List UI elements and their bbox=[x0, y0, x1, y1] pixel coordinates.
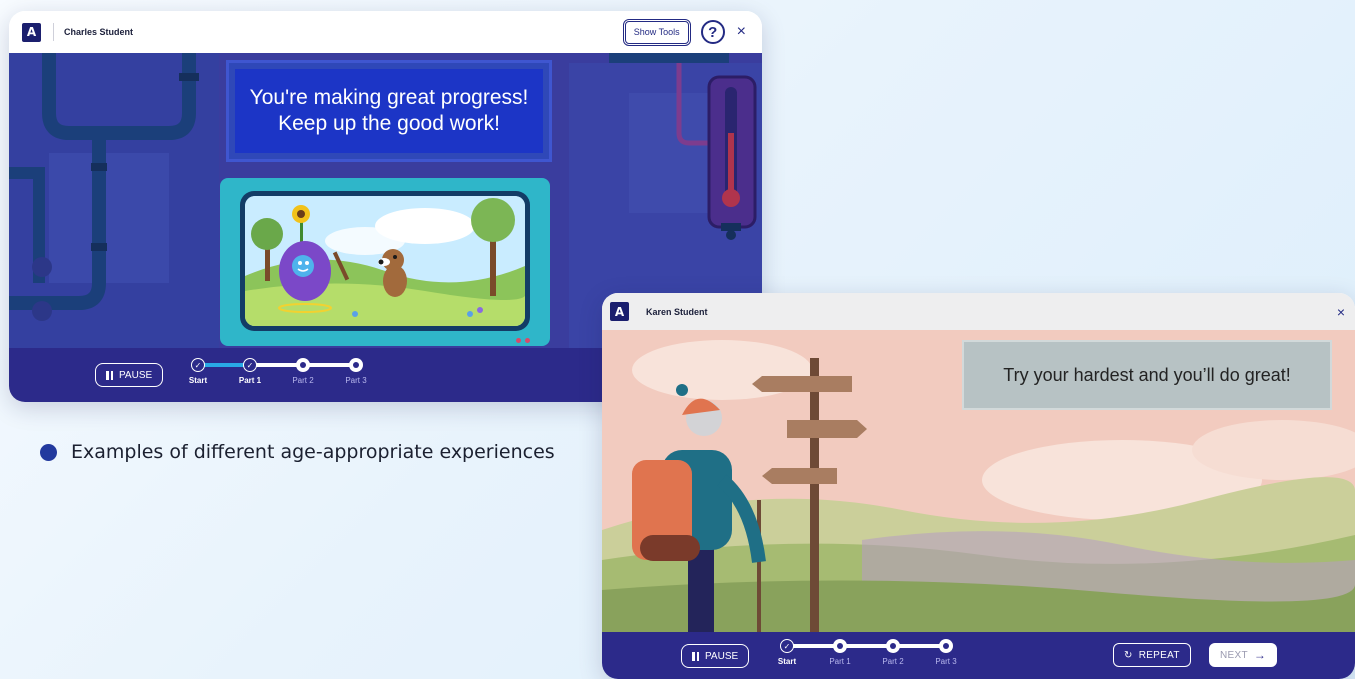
student-name: Charles Student bbox=[64, 27, 134, 37]
brand-logo: A bbox=[22, 22, 41, 42]
pause-label: PAUSE bbox=[705, 650, 739, 662]
check-icon: ✓ bbox=[246, 360, 254, 370]
lesson-window-karen: A Karen Student × Try your hardest and y… bbox=[602, 293, 1355, 679]
step-start-dot: ✓ bbox=[780, 639, 794, 653]
next-label: NEXT bbox=[1220, 649, 1248, 661]
encouragement-banner: Try your hardest and you’ll do great! bbox=[962, 340, 1332, 410]
show-tools-button[interactable]: Show Tools bbox=[622, 18, 691, 46]
help-circle-icon[interactable]: ? bbox=[700, 20, 725, 44]
lesson-scene-illustration: Try your hardest and you’ll do great! bbox=[602, 330, 1355, 632]
step-part2-dot bbox=[886, 639, 900, 653]
repeat-icon: ↻ bbox=[1124, 649, 1133, 661]
step-part1-dot: ✓ bbox=[243, 358, 257, 372]
step-part2-dot bbox=[296, 358, 310, 372]
bullet-dot-icon bbox=[40, 444, 57, 461]
repeat-label: REPEAT bbox=[1138, 649, 1180, 661]
step-part1-label: Part 1 bbox=[829, 657, 851, 666]
bullet-text: Examples of different age-appropriate ex… bbox=[71, 441, 555, 463]
lesson-progress: ✓ Start Part 1 Part 2 Part 3 bbox=[777, 639, 957, 673]
playback-control-bar: PAUSE ✓ Start Part 1 Part 2 Part 3 ↻ REP… bbox=[602, 632, 1355, 679]
step-part1-label: Part 1 bbox=[238, 376, 262, 385]
tv-indicator-lights bbox=[516, 338, 530, 343]
step-start-label: Start bbox=[777, 657, 797, 666]
pause-label: PAUSE bbox=[119, 369, 153, 381]
tv-frame bbox=[220, 178, 550, 346]
feature-bullet: Examples of different age-appropriate ex… bbox=[40, 440, 560, 466]
check-icon: ✓ bbox=[194, 360, 202, 370]
encouragement-banner: You're making great progress! Keep up th… bbox=[229, 63, 549, 159]
progress-track bbox=[787, 644, 947, 648]
arrow-right-icon: → bbox=[1253, 648, 1267, 662]
student-name: Karen Student bbox=[646, 306, 708, 317]
repeat-button[interactable]: ↻ REPEAT bbox=[1113, 643, 1191, 667]
banner-line-1: You're making great progress! bbox=[249, 85, 529, 109]
check-icon: ✓ bbox=[783, 641, 791, 651]
pause-icon bbox=[106, 370, 113, 380]
step-part2-label: Part 2 bbox=[882, 657, 904, 666]
step-part1-dot bbox=[833, 639, 847, 653]
step-part3-dot bbox=[349, 358, 363, 372]
close-icon[interactable]: × bbox=[737, 24, 746, 40]
lesson-progress: ✓ ✓ Start Part 1 Part 2 Part 3 bbox=[188, 358, 367, 392]
title-bar: A Charles Student Show Tools ? × bbox=[9, 11, 762, 53]
title-bar: A Karen Student × bbox=[602, 293, 1355, 330]
step-part3-label: Part 3 bbox=[345, 376, 367, 385]
pause-icon bbox=[692, 651, 699, 661]
banner-line-2: Keep up the good work! bbox=[278, 112, 500, 135]
tv-screen bbox=[240, 191, 530, 331]
monster-and-dog-illustration bbox=[245, 196, 525, 326]
brand-logo: A bbox=[610, 302, 629, 321]
step-start-dot: ✓ bbox=[191, 358, 205, 372]
next-button[interactable]: NEXT → bbox=[1209, 643, 1278, 667]
step-start-label: Start bbox=[188, 376, 208, 385]
step-part3-dot bbox=[939, 639, 953, 653]
cartoon-scene bbox=[245, 196, 525, 326]
pause-button[interactable]: PAUSE bbox=[95, 363, 164, 387]
step-part2-label: Part 2 bbox=[292, 376, 314, 385]
step-part3-label: Part 3 bbox=[935, 657, 957, 666]
close-icon[interactable]: × bbox=[1337, 305, 1345, 319]
pause-button[interactable]: PAUSE bbox=[681, 644, 750, 668]
title-divider bbox=[53, 23, 54, 41]
